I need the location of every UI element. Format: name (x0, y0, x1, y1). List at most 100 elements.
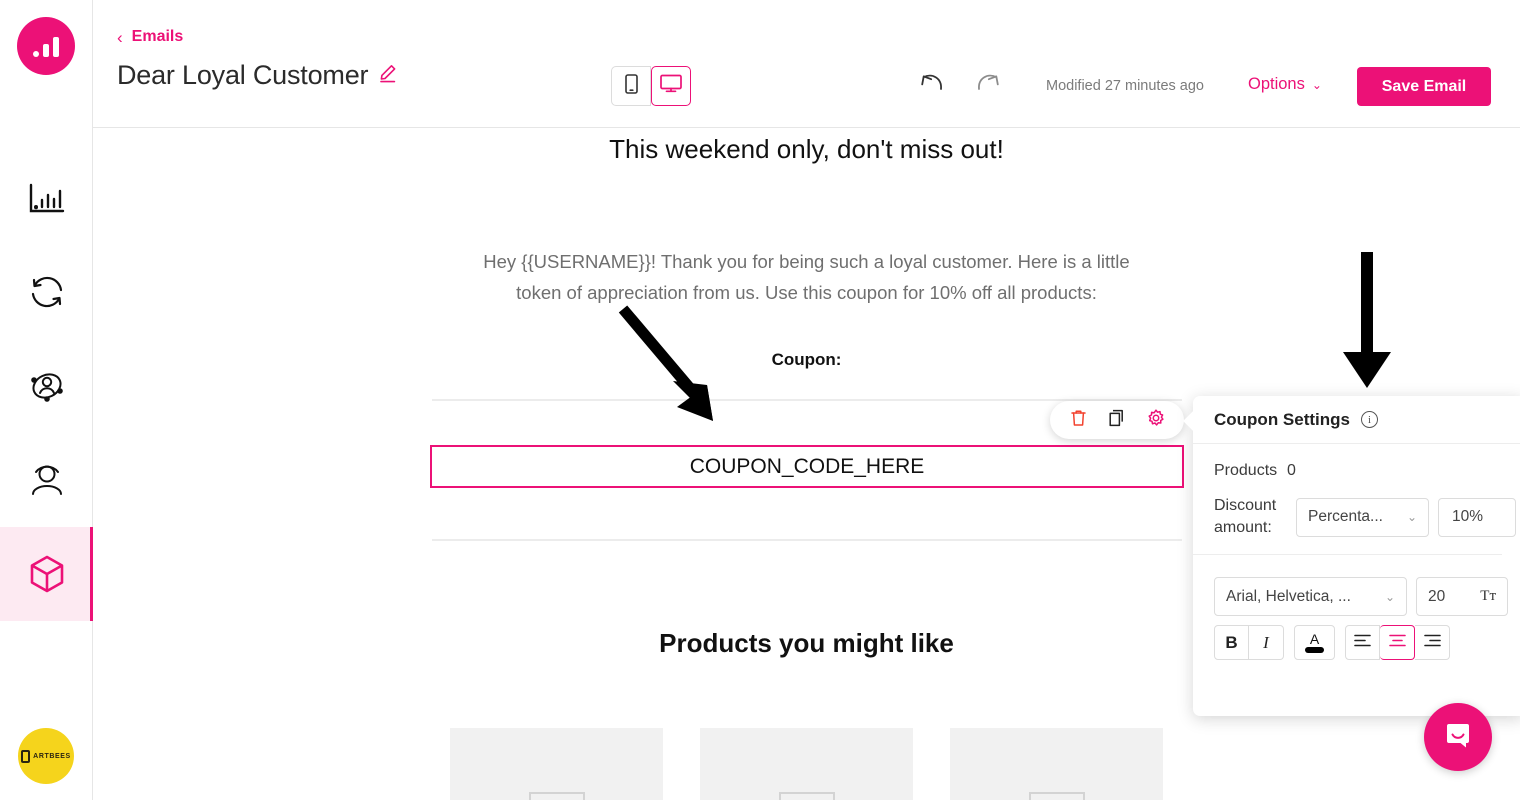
duplicate-block-button[interactable] (1104, 407, 1130, 433)
product-grid (450, 728, 1163, 800)
italic-button[interactable]: I (1249, 625, 1284, 660)
image-placeholder-icon (1028, 792, 1085, 800)
modified-status: Modified 27 minutes ago (1046, 78, 1204, 94)
device-toggle (611, 66, 691, 106)
image-placeholder-icon (778, 792, 835, 800)
discount-label-line2: amount: (1214, 519, 1272, 536)
align-left-icon (1354, 634, 1371, 652)
sync-icon (28, 274, 66, 310)
chevron-left-icon: ‹ (117, 27, 123, 47)
align-center-button[interactable] (1380, 625, 1415, 660)
artbees-mark (21, 749, 31, 763)
artbees-logo-icon[interactable]: ARTBEES (18, 728, 74, 784)
intercom-launcher[interactable] (1424, 703, 1492, 771)
settings-panel-title: Coupon Settings (1214, 409, 1350, 429)
sidebar-item-automations[interactable] (0, 245, 93, 339)
chevron-down-icon: ⌄ (1406, 510, 1417, 524)
options-label: Options (1248, 75, 1305, 93)
undo-arrow-icon (920, 71, 946, 100)
delete-block-button[interactable] (1065, 407, 1091, 433)
settings-panel-body: Products 0 Discount amount: Percenta... … (1193, 444, 1520, 539)
artbees-label: ARTBEES (33, 752, 71, 760)
text-color-group: A (1294, 625, 1335, 660)
color-swatch (1305, 646, 1324, 653)
email-headline[interactable]: This weekend only, don't miss out! (93, 134, 1520, 165)
align-right-icon (1423, 634, 1441, 652)
persona-icon (28, 463, 66, 497)
products-row: Products 0 (1214, 462, 1520, 480)
sidebar-item-personas[interactable] (0, 433, 93, 527)
text-color-button[interactable]: A (1294, 625, 1335, 660)
product-card[interactable] (700, 728, 913, 800)
app-root: ARTBEES ‹ Emails Dear Loyal Customer Mod… (0, 0, 1520, 800)
coupon-code-text: COUPON_CODE_HERE (689, 454, 925, 478)
settings-panel-header: Coupon Settings i (1193, 396, 1520, 444)
sidebar-item-analytics[interactable] (0, 151, 93, 245)
undo-button[interactable] (918, 70, 948, 100)
font-size-input[interactable]: 20 Tт (1416, 577, 1508, 616)
chat-bubble-icon (1442, 719, 1474, 756)
block-toolbar (1050, 401, 1184, 439)
discount-label: Discount amount: (1214, 495, 1287, 539)
box-icon (27, 553, 67, 595)
align-center-icon (1388, 634, 1406, 652)
discount-row: Discount amount: Percenta... ⌄ 10% (1214, 495, 1520, 539)
font-family-value: Arial, Helvetica, ... (1226, 587, 1351, 605)
back-to-emails-link[interactable]: ‹ Emails (117, 28, 183, 46)
discount-amount-input[interactable]: 10% (1438, 497, 1516, 537)
email-coupon-label[interactable]: Coupon: (93, 350, 1520, 370)
products-value[interactable]: 0 (1287, 462, 1296, 480)
image-placeholder-icon (528, 792, 585, 800)
discount-amount-value: 10% (1452, 508, 1484, 525)
save-email-button[interactable]: Save Email (1357, 67, 1491, 106)
sidebar-item-audience[interactable] (0, 339, 93, 433)
mobile-icon (624, 73, 638, 99)
document-title-row: Dear Loyal Customer (117, 60, 398, 91)
bold-italic-group: B I (1214, 625, 1284, 660)
text-style-row: B I A (1193, 616, 1520, 660)
align-left-button[interactable] (1345, 625, 1380, 660)
mobile-view-button[interactable] (611, 66, 651, 106)
desktop-view-button[interactable] (651, 66, 691, 106)
sidebar-nav (0, 151, 93, 621)
bar-chart-icon (29, 182, 65, 214)
email-paragraph[interactable]: Hey {{USERNAME}}! Thank you for being su… (467, 246, 1147, 308)
products-label: Products (1214, 462, 1278, 479)
chevron-down-icon: ⌄ (1311, 77, 1322, 92)
page-title: Dear Loyal Customer (117, 60, 369, 90)
pencil-icon[interactable] (378, 63, 398, 88)
top-bar: ‹ Emails Dear Loyal Customer Modified 27… (93, 0, 1520, 128)
sidebar-item-products[interactable] (0, 527, 93, 621)
bold-button[interactable]: B (1214, 625, 1249, 660)
left-sidebar: ARTBEES (0, 0, 93, 800)
font-row: Arial, Helvetica, ... ⌄ 20 Tт (1193, 555, 1520, 616)
audience-icon (28, 367, 66, 405)
font-size-value: 20 (1428, 587, 1446, 605)
info-icon[interactable]: i (1360, 411, 1378, 428)
font-family-select[interactable]: Arial, Helvetica, ... ⌄ (1214, 577, 1407, 616)
redo-arrow-icon (974, 71, 1000, 100)
discount-type-value: Percenta... (1308, 508, 1383, 525)
undo-redo-group (918, 70, 1002, 100)
coupon-settings-panel: Coupon Settings i Products 0 Discount am… (1193, 396, 1520, 716)
discount-type-select[interactable]: Percenta... ⌄ (1296, 497, 1429, 537)
gear-icon (1147, 408, 1165, 432)
discount-label-line1: Discount (1214, 497, 1277, 514)
product-card[interactable] (950, 728, 1163, 800)
text-size-icon: Tт (1480, 588, 1496, 604)
brand-logo-icon[interactable] (17, 17, 75, 75)
block-settings-button[interactable] (1143, 407, 1169, 433)
coupon-code-block[interactable]: COUPON_CODE_HERE (430, 445, 1184, 488)
duplicate-icon (1108, 409, 1125, 432)
back-label: Emails (131, 28, 184, 45)
trash-icon (1070, 409, 1087, 432)
product-card[interactable] (450, 728, 663, 800)
divider-bottom (432, 539, 1182, 541)
align-right-button[interactable] (1415, 625, 1450, 660)
redo-button[interactable] (972, 70, 1002, 100)
alignment-group (1345, 625, 1450, 660)
chevron-down-icon: ⌄ (1384, 589, 1395, 604)
options-dropdown[interactable]: Options ⌄ (1248, 75, 1322, 94)
desktop-icon (660, 74, 682, 98)
font-color-icon: A (1305, 632, 1324, 653)
